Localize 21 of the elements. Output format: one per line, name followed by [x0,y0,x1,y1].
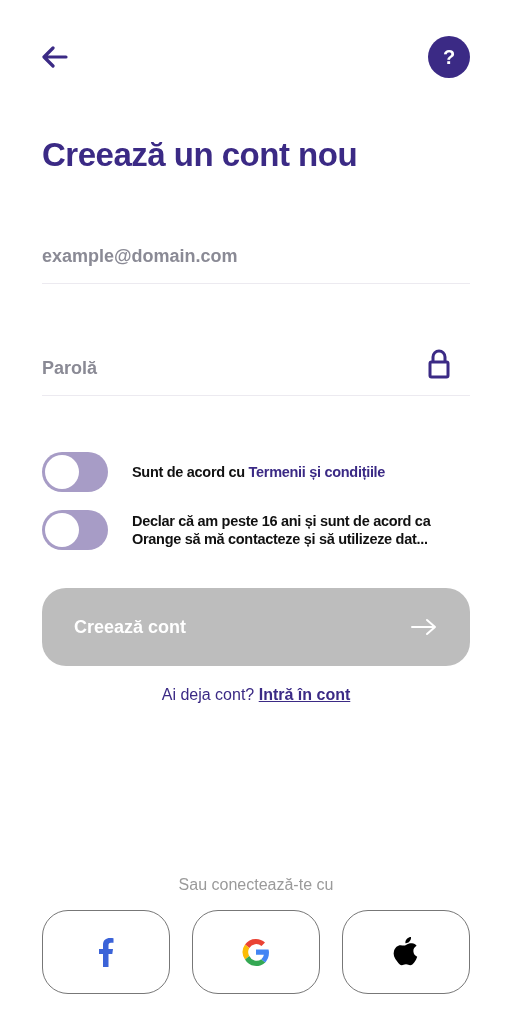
lock-icon[interactable] [428,349,450,379]
google-login-button[interactable] [192,910,320,994]
login-link[interactable]: Intră în cont [258,686,351,703]
password-field[interactable]: Parolă [42,358,428,379]
facebook-icon [98,937,114,967]
back-arrow-icon[interactable] [42,46,68,68]
google-icon [240,936,272,968]
terms-link[interactable]: Termenii și condițiile [248,464,386,480]
consent-text: Declar că am peste 16 ani și sunt de acord ca Orange să mă contacteze și să utilizeze dat... [132,512,432,548]
apple-login-button[interactable] [342,910,470,994]
facebook-login-button[interactable] [42,910,170,994]
email-field[interactable]: example@domain.com [42,246,470,267]
social-label: Sau conectează-te cu [177,876,335,894]
apple-icon [392,936,420,968]
toggle-switch[interactable] [42,452,108,492]
arrow-right-icon [410,618,438,636]
toggle-switch[interactable] [42,510,108,550]
consent-text: Sunt de acord cu Termenii și condițiile [132,463,386,481]
help-button[interactable]: ? [428,36,470,78]
login-prompt: Ai deja cont? [161,686,255,703]
page-title: Creează un cont nou [42,136,359,174]
